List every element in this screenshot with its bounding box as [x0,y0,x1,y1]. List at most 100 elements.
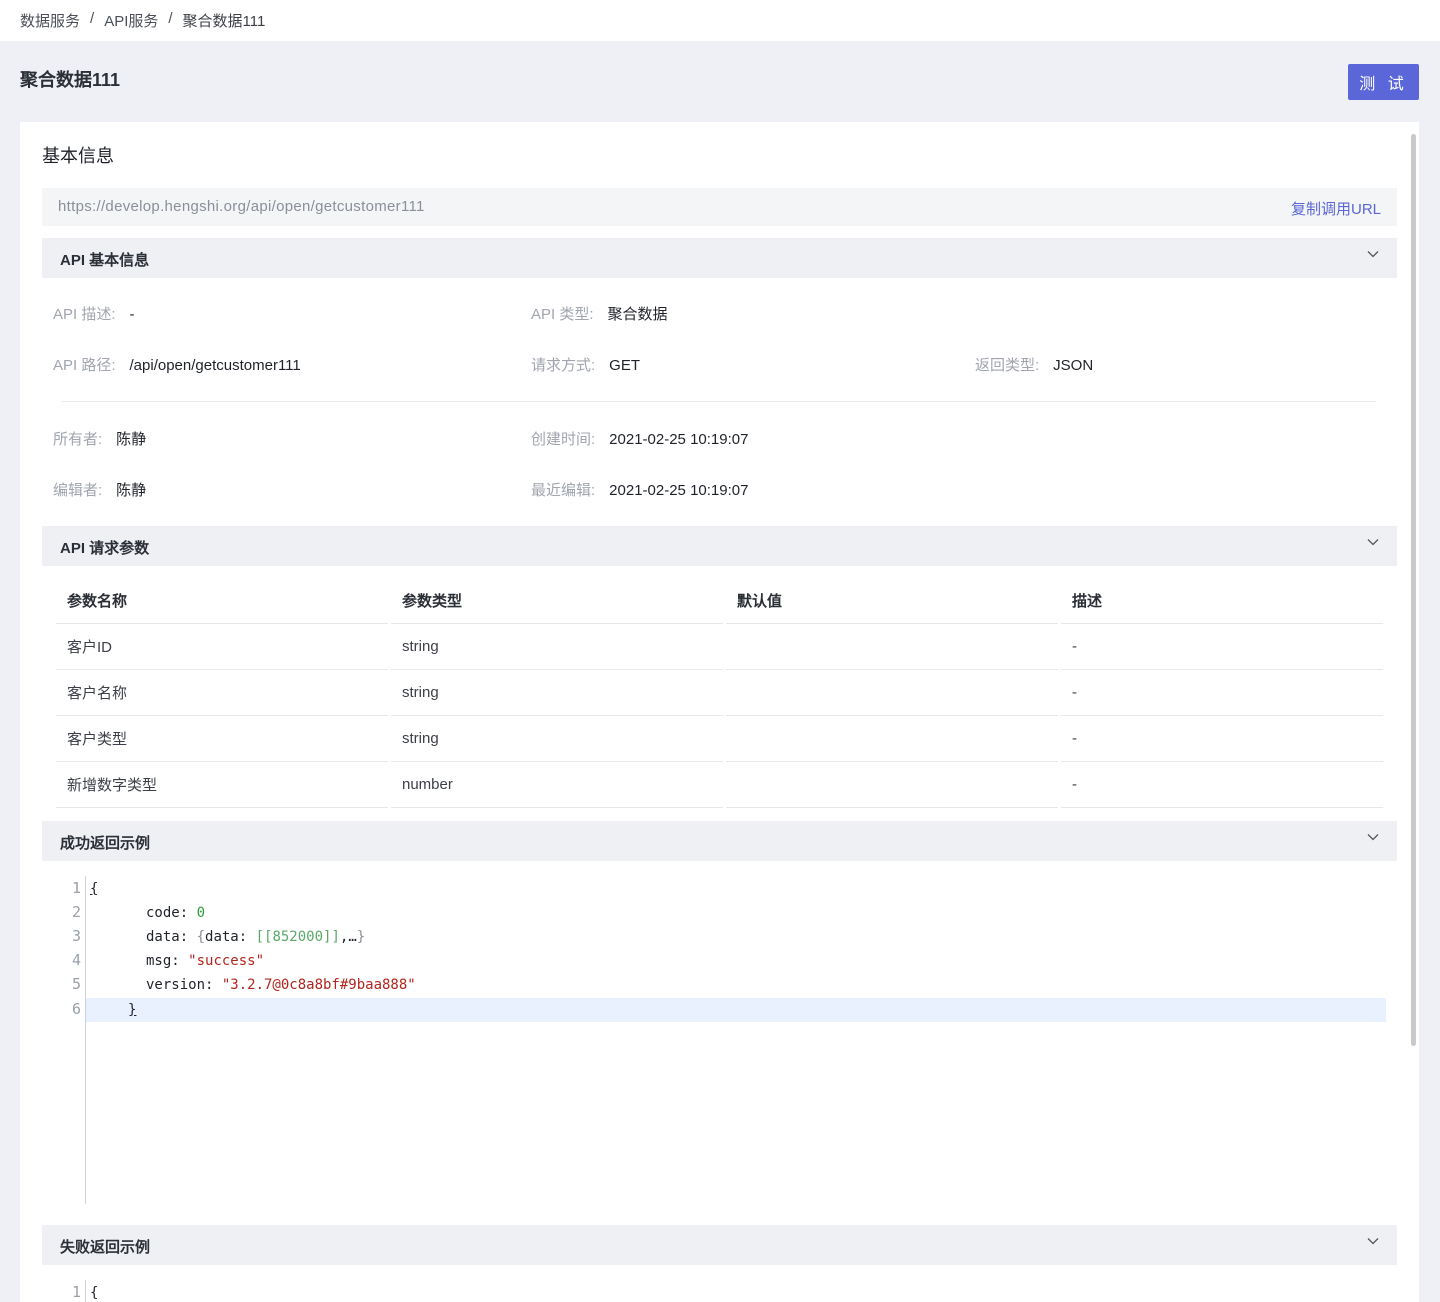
table-row: 客户ID string - [56,624,1383,670]
info-label: API 类型: [531,306,594,323]
chevron-down-icon [1367,251,1379,258]
code-value: [[852000]] [255,929,340,945]
table-row: 客户类型 string - [56,716,1383,762]
table-row: 新增数字类型 number - [56,762,1383,808]
code-key: version: [146,977,222,993]
code-key: msg: [146,953,189,969]
line-number: 5 [71,975,81,993]
code-line: code: 0 [146,905,205,921]
code-line: { [90,881,98,897]
table-cell: string [391,624,723,670]
code-key: code: [146,905,197,921]
success-code-editor[interactable]: 1 2 3 4 5 6 { code: 0 data: {data: [[852… [42,876,1387,1204]
code-brace: } [128,1002,137,1018]
line-number-gutter [42,876,86,1204]
table-cell: 客户名称 [56,670,388,716]
line-number: 4 [71,951,81,969]
info-value: 2021-02-25 10:19:07 [609,482,749,499]
section-fail-example-header[interactable]: 失败返回示例 [42,1225,1397,1265]
info-api-type: API 类型: 聚合数据 [531,303,668,324]
code-brace: { [196,929,206,945]
info-label: API 路径: [53,357,116,374]
code-key: data: [205,929,256,945]
table-cell: string [391,670,723,716]
code-line: { [90,1285,98,1301]
code-brace: } [356,929,366,945]
code-key: data: [146,929,197,945]
table-cell [726,716,1058,762]
chevron-down-icon [1367,834,1379,841]
table-header-row: 参数名称 参数类型 默认值 描述 [56,577,1383,624]
chevron-down-icon [1367,1238,1379,1245]
info-label: 所有者: [53,431,103,448]
section-success-example-header[interactable]: 成功返回示例 [42,821,1397,861]
line-number: 3 [71,927,81,945]
table-cell: - [1061,624,1383,670]
breadcrumb-item-api-service[interactable]: API服务 [104,10,158,31]
line-number: 6 [71,1000,81,1018]
column-header: 描述 [1061,577,1383,624]
table-row: 客户名称 string - [56,670,1383,716]
info-created-time: 创建时间: 2021-02-25 10:19:07 [531,428,748,449]
info-label: 创建时间: [531,431,596,448]
code-brace: { [90,1285,99,1301]
line-number: 2 [71,903,81,921]
line-number: 1 [71,879,81,897]
card-title: 基本信息 [42,146,114,166]
info-value: 陈静 [116,431,147,448]
breadcrumb: 数据服务 / API服务 / 聚合数据111 [20,10,265,31]
breadcrumb-item-current: 聚合数据111 [182,13,266,30]
top-bar: 数据服务 / API服务 / 聚合数据111 [0,0,1440,41]
info-label: API 描述: [53,306,116,323]
table-cell: string [391,716,723,762]
breadcrumb-separator: / [90,10,95,27]
section-request-params-header[interactable]: API 请求参数 [42,526,1397,566]
table-cell: - [1061,670,1383,716]
copy-url-link[interactable]: 复制调用URL [1291,198,1381,219]
api-url: https://develop.hengshi.org/api/open/get… [58,198,425,215]
table-cell: 客户ID [56,624,388,670]
info-return-type: 返回类型: JSON [975,354,1093,375]
info-value: /api/open/getcustomer111 [129,357,301,374]
page-title: 聚合数据111 [20,70,121,90]
section-title: API 基本信息 [60,252,150,269]
info-api-desc: API 描述: - [53,303,135,324]
code-value: "3.2.7@0c8a8bf#9baa888" [221,977,416,993]
table-cell: 客户类型 [56,716,388,762]
column-header: 参数类型 [391,577,723,624]
info-value: 2021-02-25 10:19:07 [609,431,749,448]
url-bar: https://develop.hengshi.org/api/open/get… [42,188,1397,226]
table-cell: 新增数字类型 [56,762,388,808]
info-value: JSON [1053,357,1094,374]
section-basic-info-header[interactable]: API 基本信息 [42,238,1397,278]
test-button[interactable]: 测 试 [1348,64,1419,100]
table-cell [726,624,1058,670]
table-cell: - [1061,716,1383,762]
section-title: 失败返回示例 [60,1239,151,1256]
params-table: 参数名称 参数类型 默认值 描述 客户ID string - 客户名称 stri… [53,577,1386,808]
code-line: data: {data: [[852000]],…} [146,929,365,945]
code-line: version: "3.2.7@0c8a8bf#9baa888" [146,977,416,993]
info-value: 聚合数据 [607,306,668,323]
breadcrumb-separator: / [168,10,173,27]
breadcrumb-item-data-service[interactable]: 数据服务 [20,10,80,31]
chevron-down-icon [1367,539,1379,546]
info-label: 返回类型: [975,357,1040,374]
table-cell [726,762,1058,808]
info-api-path: API 路径: /api/open/getcustomer111 [53,354,301,375]
code-line: } [128,1002,136,1018]
scrollbar[interactable] [1411,134,1416,1046]
fail-code-editor[interactable]: 1 { [42,1280,1387,1302]
info-owner: 所有者: 陈静 [53,428,146,449]
code-value: "success" [188,953,265,969]
table-cell: - [1061,762,1383,808]
section-title: 成功返回示例 [60,835,151,852]
active-line-highlight [86,998,1386,1022]
line-number: 1 [71,1283,81,1301]
info-label: 编辑者: [53,482,103,499]
info-request-method: 请求方式: GET [531,354,640,375]
table-cell [726,670,1058,716]
api-detail-card: 基本信息 https://develop.hengshi.org/api/ope… [20,122,1419,1302]
code-ellipsis[interactable]: ,… [340,929,357,945]
section-title: API 请求参数 [60,540,150,557]
